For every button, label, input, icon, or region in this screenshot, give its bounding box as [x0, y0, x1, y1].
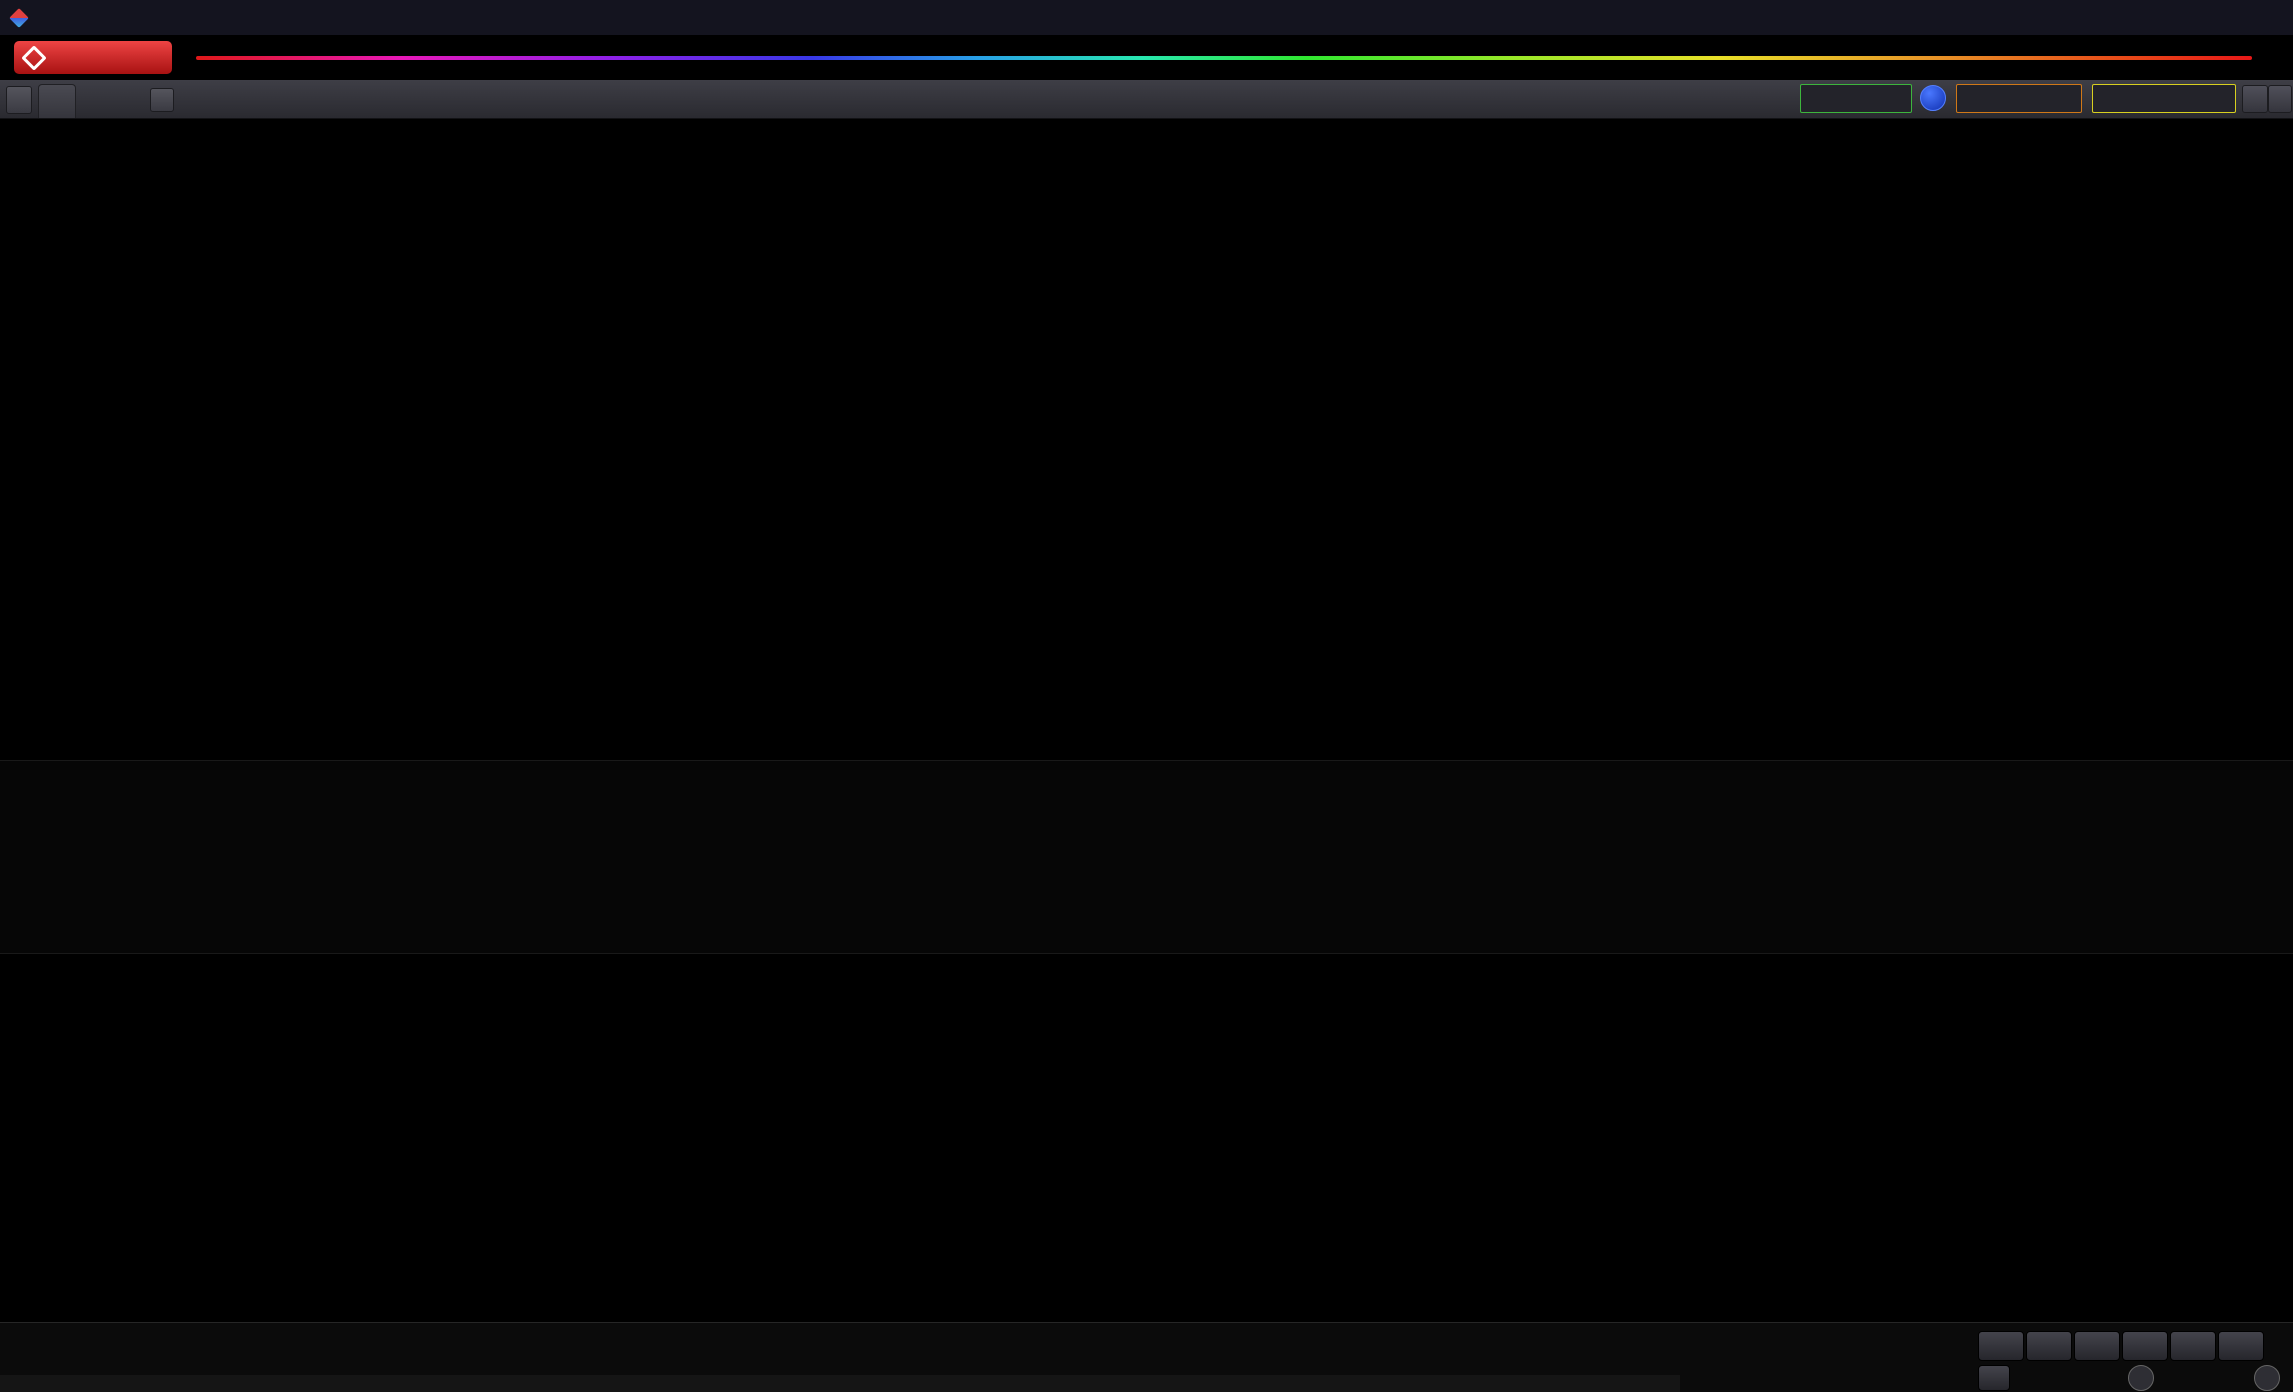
- back-circle-icon[interactable]: [2128, 1365, 2154, 1391]
- meter-count-badge: [1920, 85, 1946, 111]
- monitor-button[interactable]: [1978, 1331, 2024, 1361]
- toolbar: [0, 80, 2293, 119]
- meter-selector[interactable]: [1800, 84, 1912, 113]
- source-selector[interactable]: [1956, 84, 2082, 113]
- layout-grid-button[interactable]: [2268, 85, 2292, 113]
- window-controls: [2189, 0, 2285, 35]
- calman-logo-button[interactable]: [14, 41, 172, 74]
- settings-gear-button[interactable]: [2218, 1331, 2264, 1361]
- gamma-chart: [1420, 172, 2293, 697]
- title-bar: [0, 0, 2293, 35]
- maximize-button[interactable]: [2221, 0, 2253, 35]
- rgb-balance-chart: [545, 172, 1410, 697]
- bottom-bar: [0, 1322, 2293, 1392]
- deltae-2000-chart: [10, 272, 525, 697]
- add-tab-button[interactable]: [150, 88, 174, 112]
- target-row-label: [339, 863, 355, 933]
- cie-chromaticity-chart: [445, 970, 857, 1270]
- play-button[interactable]: [2122, 1331, 2168, 1361]
- next-circle-icon[interactable]: [2254, 1365, 2280, 1391]
- rainbow-gradient-stripe: [196, 56, 2252, 60]
- minimize-button[interactable]: [2189, 0, 2221, 35]
- app-icon: [9, 7, 29, 28]
- calman-diamond-icon: [21, 44, 47, 71]
- actual-row-label: [339, 792, 355, 862]
- app-window: [0, 0, 2293, 1392]
- continuous-read-button[interactable]: [2170, 1331, 2216, 1361]
- display-control-selector[interactable]: [2092, 84, 2236, 113]
- settings-gear-button[interactable]: [2242, 85, 2268, 113]
- tab-history-1[interactable]: [38, 84, 76, 118]
- logo-bar: [0, 35, 2293, 80]
- pattern-window-button[interactable]: [1978, 1365, 2010, 1391]
- grayscale-swatch-strip: [0, 760, 2293, 954]
- close-button[interactable]: [2253, 0, 2285, 35]
- stop-button[interactable]: [2074, 1331, 2120, 1361]
- history-pane-toggle[interactable]: [6, 86, 32, 114]
- level-buttons: [0, 1323, 2293, 1392]
- record-button[interactable]: [2026, 1331, 2072, 1361]
